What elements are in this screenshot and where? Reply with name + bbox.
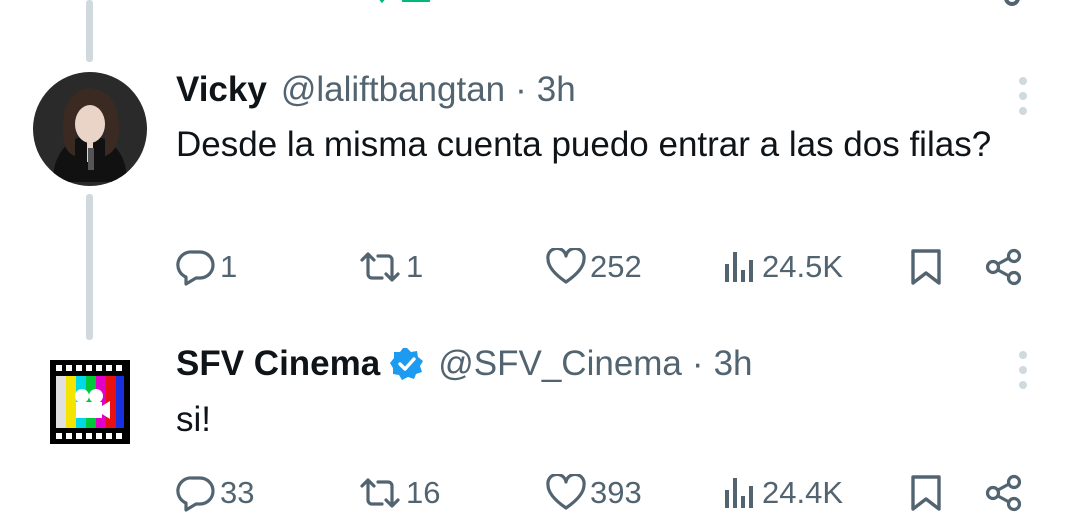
verified-badge-icon[interactable] bbox=[390, 347, 424, 381]
display-name[interactable]: SFV Cinema bbox=[176, 344, 380, 384]
heart-icon bbox=[546, 474, 586, 510]
retweet-count: 1 bbox=[406, 249, 424, 284]
comment-icon bbox=[176, 250, 215, 286]
more-vertical-icon[interactable] bbox=[1016, 351, 1030, 389]
tweet-header: Vicky @laliftbangtan · 3h bbox=[176, 69, 576, 111]
comment-icon bbox=[176, 476, 215, 512]
reply-button[interactable]: 33 bbox=[176, 474, 254, 512]
views-icon bbox=[725, 252, 753, 282]
share-button[interactable] bbox=[984, 248, 1024, 286]
views-button[interactable]: 24.5K bbox=[722, 248, 843, 286]
share-button[interactable] bbox=[984, 474, 1024, 512]
avatar-photo bbox=[33, 72, 147, 186]
bookmark-button[interactable] bbox=[908, 248, 944, 286]
bookmark-icon bbox=[911, 249, 941, 285]
username-handle[interactable]: @SFV_Cinema bbox=[438, 344, 682, 384]
view-count: 24.5K bbox=[762, 249, 844, 284]
retweet-icon bbox=[360, 478, 400, 508]
like-count: 393 bbox=[590, 475, 642, 510]
heart-icon bbox=[546, 248, 586, 284]
timestamp[interactable]: 3h bbox=[537, 70, 576, 110]
retweet-count: 16 bbox=[406, 475, 441, 510]
tweet-text: Desde la misma cuenta puedo entrar a las… bbox=[176, 125, 992, 164]
more-vertical-icon[interactable] bbox=[1016, 77, 1030, 115]
display-name[interactable]: Vicky bbox=[176, 70, 267, 110]
avatar[interactable] bbox=[50, 360, 130, 444]
avatar[interactable] bbox=[33, 72, 147, 186]
share-icon bbox=[985, 474, 1022, 512]
tweet-text: si! bbox=[176, 400, 211, 439]
views-icon bbox=[725, 478, 753, 508]
reply-count: 33 bbox=[220, 475, 255, 510]
bookmark-button[interactable] bbox=[908, 474, 944, 512]
separator: · bbox=[515, 70, 527, 109]
timestamp[interactable]: 3h bbox=[714, 344, 753, 384]
like-button[interactable]: 393 bbox=[546, 474, 642, 512]
retweet-button[interactable]: 1 bbox=[358, 248, 423, 286]
like-button[interactable]: 252 bbox=[546, 248, 642, 286]
like-count: 252 bbox=[590, 249, 642, 284]
separator: · bbox=[691, 344, 704, 383]
reply-button[interactable]: 1 bbox=[176, 248, 237, 286]
tweet-vicky[interactable]: Vicky @laliftbangtan · 3h Desde la misma… bbox=[0, 0, 1080, 340]
film-camera-logo-icon bbox=[50, 360, 130, 444]
bookmark-icon bbox=[911, 475, 941, 511]
reply-count: 1 bbox=[220, 249, 238, 284]
retweet-icon bbox=[360, 252, 400, 282]
view-count: 24.4K bbox=[762, 475, 844, 510]
tweet-sfv-cinema[interactable]: SFV Cinema @SFV_Cinema · 3h si! 33 16 39… bbox=[0, 340, 1080, 532]
share-icon bbox=[985, 248, 1022, 286]
tweet-header: SFV Cinema @SFV_Cinema · 3h bbox=[176, 343, 753, 385]
retweet-button[interactable]: 16 bbox=[358, 474, 440, 512]
username-handle[interactable]: @laliftbangtan bbox=[281, 70, 505, 110]
views-button[interactable]: 24.4K bbox=[722, 474, 843, 512]
